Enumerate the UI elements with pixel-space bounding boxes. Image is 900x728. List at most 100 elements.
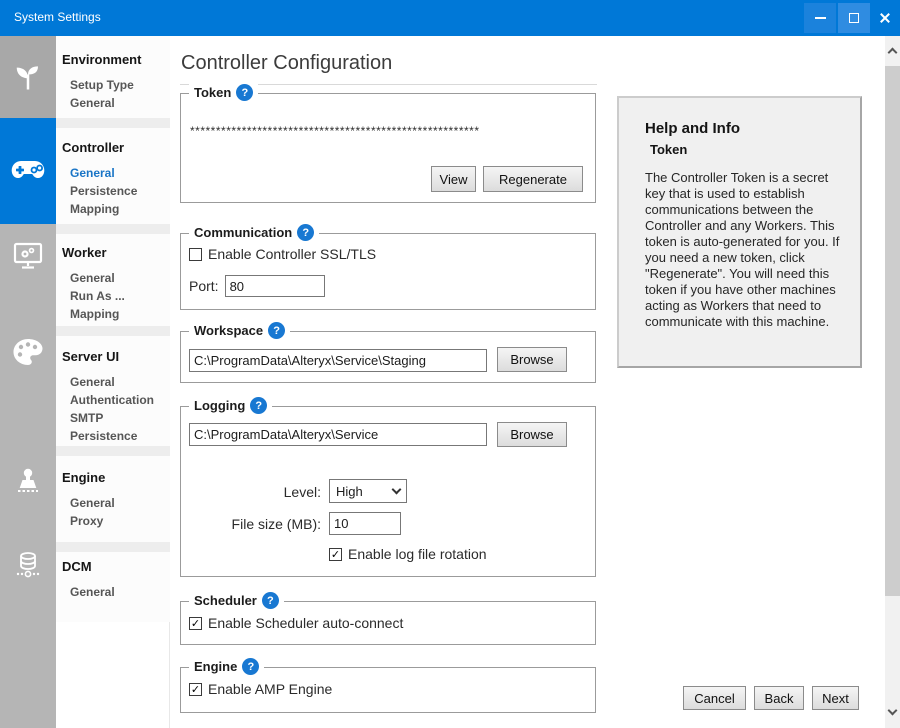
scheduler-legend-label: Scheduler: [194, 593, 257, 608]
level-select-value: High: [336, 484, 363, 499]
minimize-icon: [815, 17, 826, 19]
logging-group: Logging ? Browse Level: High File size (…: [180, 406, 596, 577]
amp-engine-row: ✓ Enable AMP Engine: [189, 681, 332, 697]
logging-legend: Logging ?: [189, 397, 272, 414]
scheduler-legend: Scheduler ?: [189, 592, 284, 609]
help-subtitle: Token: [650, 142, 860, 157]
sidebar-item-engine-general[interactable]: General: [70, 494, 170, 512]
sidebar-header-controller[interactable]: Controller: [62, 140, 170, 155]
palette-icon: [12, 338, 44, 366]
back-button[interactable]: Back: [754, 686, 804, 710]
sidebar-item-controller-general[interactable]: General: [70, 164, 170, 182]
gamepad-icon: [11, 160, 45, 182]
question-mark-icon[interactable]: ?: [262, 592, 279, 609]
help-panel: Help and Info Token The Controller Token…: [617, 96, 862, 368]
engine-group: Engine ? ✓ Enable AMP Engine: [180, 667, 596, 713]
logging-browse-button[interactable]: Browse: [497, 422, 567, 447]
regenerate-button[interactable]: Regenerate: [483, 166, 583, 192]
sidebar-header-environment[interactable]: Environment: [62, 52, 170, 67]
workspace-browse-button[interactable]: Browse: [497, 347, 567, 372]
help-body: The Controller Token is a secret key tha…: [645, 170, 846, 330]
scheduler-auto-label: Enable Scheduler auto-connect: [208, 615, 403, 631]
engine-legend-label: Engine: [194, 659, 237, 674]
close-button[interactable]: [870, 3, 900, 33]
chevron-up-icon: [888, 47, 898, 57]
rail-tile-worker[interactable]: [0, 236, 56, 276]
logging-legend-label: Logging: [194, 398, 245, 413]
question-mark-icon[interactable]: ?: [268, 322, 285, 339]
level-label: Level:: [181, 484, 321, 500]
sidebar-item-environment-general[interactable]: General: [70, 94, 170, 112]
rail-tile-controller[interactable]: [0, 118, 56, 224]
log-rotation-checkbox[interactable]: ✓: [329, 548, 342, 561]
sprout-icon: [13, 62, 43, 92]
scroll-down-button[interactable]: [885, 704, 900, 720]
page-title: Controller Configuration: [181, 52, 392, 75]
rail-tile-dcm[interactable]: [0, 546, 56, 586]
scheduler-auto-row: ✓ Enable Scheduler auto-connect: [189, 615, 403, 631]
sidebar-header-engine[interactable]: Engine: [62, 470, 170, 485]
icon-rail: [0, 36, 56, 728]
file-size-input[interactable]: [329, 512, 401, 535]
communication-legend: Communication ?: [189, 224, 319, 241]
communication-legend-label: Communication: [194, 225, 292, 240]
engine-legend: Engine ?: [189, 658, 264, 675]
sidebar-item-server-ui-persistence[interactable]: Persistence: [70, 427, 170, 445]
scrollbar-thumb[interactable]: [885, 66, 900, 596]
vertical-scrollbar[interactable]: [885, 36, 900, 728]
scroll-up-button[interactable]: [885, 42, 900, 58]
question-mark-icon[interactable]: ?: [297, 224, 314, 241]
amp-engine-checkbox[interactable]: ✓: [189, 683, 202, 696]
ssl-checkbox[interactable]: [189, 248, 202, 261]
sidebar-item-server-ui-authentication[interactable]: Authentication: [70, 391, 170, 409]
log-rotation-label: Enable log file rotation: [348, 546, 487, 562]
rail-tile-server-ui[interactable]: [0, 332, 56, 372]
scheduler-group: Scheduler ? ✓ Enable Scheduler auto-conn…: [180, 601, 596, 645]
sidebar-item-worker-mapping[interactable]: Mapping: [70, 305, 170, 323]
token-group: Token ? ********************************…: [180, 93, 596, 203]
ssl-checkbox-row: Enable Controller SSL/TLS: [189, 246, 376, 262]
sidebar-item-engine-proxy[interactable]: Proxy: [70, 512, 170, 530]
sidebar-section-server-ui: Server UI General Authentication SMTP Pe…: [56, 336, 170, 456]
sidebar-header-dcm[interactable]: DCM: [62, 559, 170, 574]
chevron-down-icon: [392, 485, 402, 495]
sidebar-item-worker-run-as[interactable]: Run As ...: [70, 287, 170, 305]
sidebar-gap: [56, 542, 170, 552]
question-mark-icon[interactable]: ?: [242, 658, 259, 675]
sidebar-header-worker[interactable]: Worker: [62, 245, 170, 260]
sidebar-gap: [56, 326, 170, 336]
next-button[interactable]: Next: [812, 686, 859, 710]
logging-path-input[interactable]: [189, 423, 487, 446]
level-select[interactable]: High: [329, 479, 407, 503]
sidebar-header-server-ui[interactable]: Server UI: [62, 349, 170, 364]
sidebar-section-dcm: DCM General: [56, 552, 170, 622]
sidebar-nav: Environment Setup Type General Controlle…: [56, 36, 170, 728]
sidebar-gap: [56, 118, 170, 128]
cancel-button[interactable]: Cancel: [683, 686, 746, 710]
communication-group: Communication ? Enable Controller SSL/TL…: [180, 233, 596, 310]
question-mark-icon[interactable]: ?: [250, 397, 267, 414]
workspace-path-input[interactable]: [189, 349, 487, 372]
monitor-gears-icon: [12, 241, 44, 271]
minimize-button[interactable]: [804, 3, 836, 33]
rail-tile-environment[interactable]: [0, 36, 56, 118]
rail-tile-engine[interactable]: [0, 460, 56, 500]
sidebar-item-server-ui-smtp[interactable]: SMTP: [70, 409, 170, 427]
sidebar-item-worker-general[interactable]: General: [70, 269, 170, 287]
sidebar-section-environment: Environment Setup Type General: [56, 36, 170, 118]
database-network-icon: [12, 550, 44, 582]
maximize-button[interactable]: [838, 3, 870, 33]
sidebar-item-controller-persistence[interactable]: Persistence: [70, 182, 170, 200]
port-input[interactable]: [225, 275, 325, 297]
sidebar-item-server-ui-general[interactable]: General: [70, 373, 170, 391]
workspace-legend-label: Workspace: [194, 323, 263, 338]
title-bar: System Settings: [0, 0, 900, 36]
sidebar-item-controller-mapping[interactable]: Mapping: [70, 200, 170, 218]
scheduler-auto-checkbox[interactable]: ✓: [189, 617, 202, 630]
locomotive-icon: [13, 465, 43, 495]
sidebar-item-environment-setup-type[interactable]: Setup Type: [70, 76, 170, 94]
question-mark-icon[interactable]: ?: [236, 84, 253, 101]
sidebar-item-dcm-general[interactable]: General: [70, 583, 170, 601]
sidebar-gap: [56, 446, 170, 456]
view-button[interactable]: View: [431, 166, 476, 192]
